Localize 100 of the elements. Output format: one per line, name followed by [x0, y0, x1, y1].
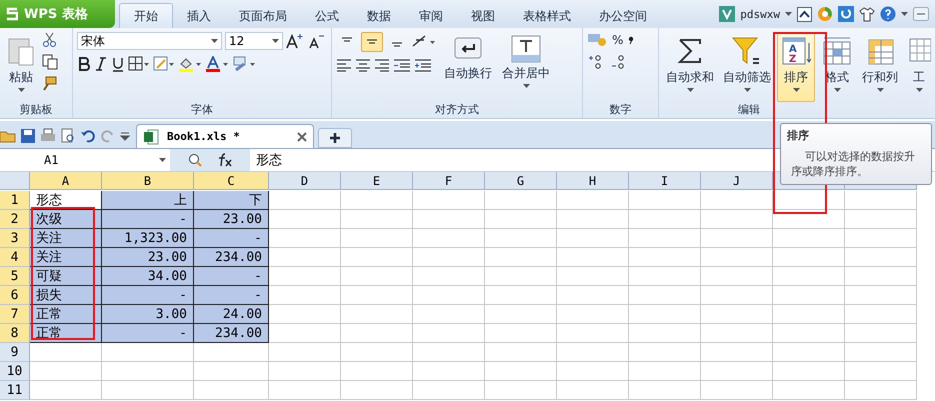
group-label: 剪贴板 — [20, 102, 52, 118]
undo-icon — [80, 128, 96, 144]
row-header[interactable]: 4 — [0, 248, 30, 267]
row-header[interactable]: 2 — [0, 210, 30, 229]
table-cell: 可疑 — [30, 267, 102, 286]
table-cell: 234.00 — [194, 248, 269, 267]
percent-style[interactable]: % — [612, 33, 624, 47]
table-cell: 形态 — [30, 191, 102, 210]
user-name[interactable]: pdswxw — [740, 8, 780, 20]
font-color-icon — [205, 56, 229, 72]
table-cell: 关注 — [30, 229, 102, 248]
column-header[interactable]: A — [30, 172, 102, 190]
table-cell: 34.00 — [102, 267, 194, 286]
row-header[interactable]: 11 — [0, 381, 30, 400]
app-logo-icon — [6, 7, 18, 21]
caret-icon — [211, 39, 218, 43]
paste-button[interactable]: 粘贴 — [4, 32, 38, 102]
row-header[interactable]: 7 — [0, 305, 30, 324]
menu-tab[interactable]: 数据 — [353, 3, 405, 28]
menu-tab[interactable]: 页面布局 — [225, 3, 301, 28]
table-cell: - — [102, 210, 194, 229]
caret-icon — [785, 12, 792, 16]
caret-icon — [901, 12, 908, 16]
table-cell: 23.00 — [194, 210, 269, 229]
italic-icon — [94, 56, 108, 72]
ribbon-tool-button[interactable]: 自动筛选 — [720, 32, 774, 102]
vertical-align-button[interactable] — [361, 32, 383, 52]
bold-icon — [77, 56, 91, 72]
column-header[interactable]: B — [102, 172, 194, 190]
column-header[interactable]: G — [485, 172, 557, 190]
ribbon-tool-button[interactable]: 工 — [904, 32, 934, 102]
collapse-icon — [797, 6, 812, 22]
scissors-icon — [42, 32, 58, 48]
function-icon — [216, 153, 232, 167]
align-center-icon — [355, 58, 371, 72]
new-tab-button[interactable] — [318, 128, 352, 148]
format-painter-icon — [42, 76, 58, 92]
currency-icon — [587, 32, 609, 48]
print-icon — [40, 128, 56, 144]
tooltip-title: 排序 — [787, 128, 810, 143]
column-header[interactable]: C — [194, 172, 269, 190]
column-header[interactable]: H — [557, 172, 629, 190]
refresh-icon — [838, 6, 854, 22]
menu-tab[interactable]: 办公空间 — [585, 3, 661, 28]
ribbon-tool-button[interactable]: 自动求和 — [663, 32, 717, 102]
print-preview-icon — [60, 128, 76, 144]
caret-icon — [18, 88, 24, 92]
cell-style-icon — [153, 56, 175, 72]
table-cell: 次级 — [30, 210, 102, 229]
caret-icon — [272, 39, 279, 43]
column-header[interactable]: I — [629, 172, 701, 190]
merge-center-button[interactable]: 合并居中 — [499, 32, 553, 102]
group-label: 对齐方式 — [435, 102, 479, 118]
menu-tab[interactable]: 审阅 — [405, 3, 457, 28]
caret-icon — [159, 158, 166, 162]
user-avatar-icon — [719, 6, 736, 22]
app-name: WPS 表格 — [24, 6, 88, 23]
table-cell: - — [194, 286, 269, 305]
font-size-field[interactable]: 12 — [225, 32, 283, 50]
table-cell: 损失 — [30, 286, 102, 305]
ribbon-tool-button[interactable]: 行和列 — [859, 32, 901, 102]
table-cell: 上 — [102, 191, 194, 210]
menu-tab[interactable]: 开始 — [119, 3, 173, 28]
customize-icon — [120, 131, 130, 141]
column-header[interactable]: E — [341, 172, 413, 190]
save-icon — [20, 128, 36, 144]
table-cell: - — [194, 229, 269, 248]
fill-color-icon — [178, 56, 202, 72]
table-cell: - — [194, 267, 269, 286]
table-cell: 3.00 — [102, 305, 194, 324]
row-header[interactable]: 10 — [0, 362, 30, 381]
font-name-field[interactable]: 宋体 — [77, 32, 222, 50]
align-left-icon — [336, 58, 352, 72]
menu-tab[interactable]: 公式 — [301, 3, 353, 28]
table-cell: 正常 — [30, 305, 102, 324]
menu-tab[interactable]: 插入 — [173, 3, 225, 28]
group-label: 数字 — [610, 102, 632, 118]
document-tab[interactable]: Book1.xls * — [136, 124, 314, 148]
wrap-text-button[interactable]: 自动换行 — [441, 32, 495, 102]
plus-icon — [329, 132, 341, 144]
table-cell: - — [102, 324, 194, 343]
row-header[interactable]: 9 — [0, 343, 30, 362]
row-header[interactable]: 3 — [0, 229, 30, 248]
row-header[interactable]: 6 — [0, 286, 30, 305]
table-cell: - — [102, 286, 194, 305]
column-header[interactable]: D — [269, 172, 341, 190]
row-header[interactable]: 8 — [0, 324, 30, 343]
redo-icon — [100, 128, 116, 144]
menu-tab[interactable]: 表格样式 — [509, 3, 585, 28]
caret-icon — [792, 88, 800, 92]
column-header[interactable]: J — [701, 172, 773, 190]
caret-icon — [744, 88, 750, 92]
clear-format-icon — [232, 56, 256, 72]
row-header[interactable]: 5 — [0, 267, 30, 286]
ribbon-tool-button[interactable]: A Z 排序 — [777, 32, 815, 102]
menu-tab[interactable]: 视图 — [457, 3, 509, 28]
row-header[interactable]: 1 — [0, 191, 30, 210]
column-header[interactable]: F — [413, 172, 485, 190]
caret-icon — [834, 88, 840, 92]
table-cell: 24.00 — [194, 305, 269, 324]
